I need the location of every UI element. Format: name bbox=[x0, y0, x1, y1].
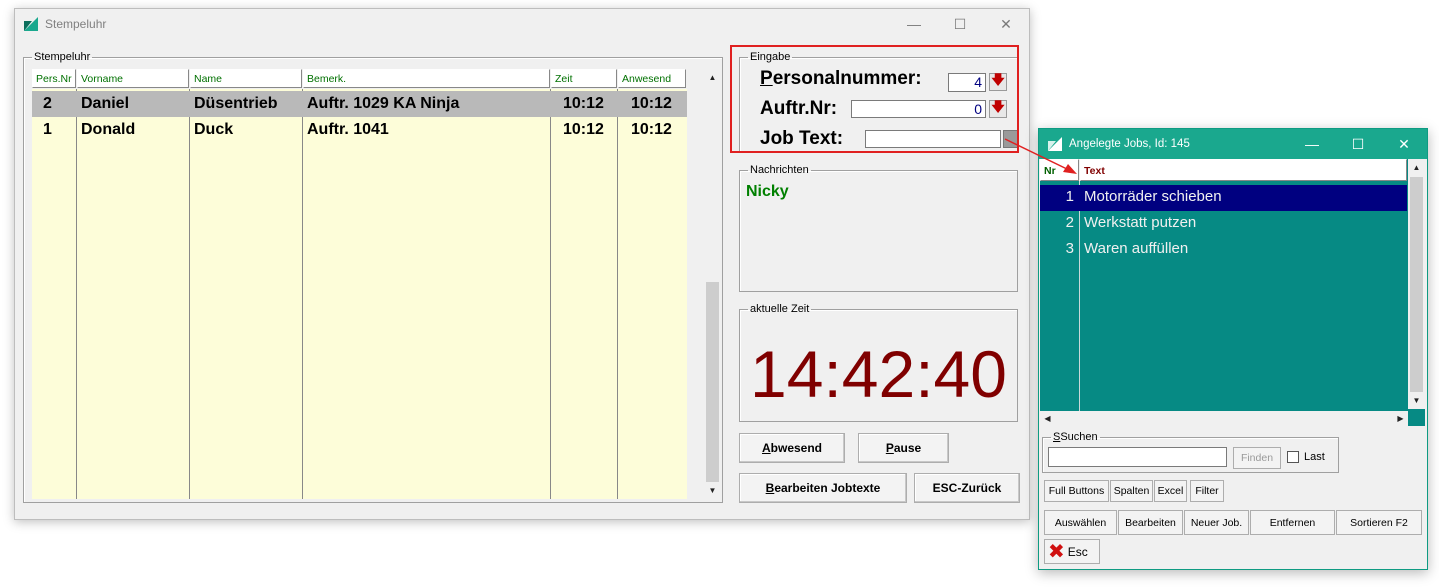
scroll-up-icon[interactable]: ▲ bbox=[1408, 159, 1425, 176]
job-nr: 3 bbox=[1065, 240, 1074, 257]
scrollbar-thumb[interactable] bbox=[1410, 177, 1423, 392]
maximize-icon[interactable]: ☐ bbox=[937, 9, 983, 39]
col-header-name[interactable]: Name bbox=[190, 69, 302, 88]
cell-persnr: 2 bbox=[43, 95, 52, 112]
entfernen-button[interactable]: Entfernen bbox=[1250, 510, 1335, 535]
scroll-left-icon[interactable]: ◀ bbox=[1040, 411, 1055, 426]
scroll-down-icon[interactable]: ▼ bbox=[704, 482, 721, 499]
list-item[interactable]: 2 Werkstatt putzen bbox=[1040, 211, 1407, 237]
bearbeiten-jobtexte-button[interactable]: Bearbeiten Jobtexte bbox=[739, 473, 907, 503]
jobs-titlebar[interactable]: Angelegte Jobs, Id: 145 — ☐ ✕ bbox=[1039, 129, 1427, 159]
table-row[interactable]: 2 Daniel Düsentrieb Auftr. 1029 KA Ninja… bbox=[32, 91, 687, 117]
job-nr: 1 bbox=[1065, 188, 1074, 205]
grid-vertical-scrollbar[interactable]: ▲ ▼ bbox=[704, 69, 721, 499]
accel-key: B bbox=[765, 481, 775, 495]
cell-bemerk: Auftr. 1029 KA Ninja bbox=[307, 95, 460, 112]
close-x-icon: ✖ bbox=[1048, 540, 1065, 563]
spalten-button[interactable]: Spalten bbox=[1110, 480, 1153, 502]
cell-persnr: 1 bbox=[43, 121, 52, 138]
col-header-persnr[interactable]: Pers.Nr bbox=[32, 69, 76, 88]
suchen-legend: SSuchen bbox=[1051, 431, 1100, 443]
message-text: Nicky bbox=[746, 183, 789, 200]
job-nr: 2 bbox=[1065, 214, 1074, 231]
cell-name: Duck bbox=[194, 121, 234, 138]
col-header-anwesend[interactable]: Anwesend bbox=[618, 69, 686, 88]
accel-key: A bbox=[761, 441, 771, 455]
excel-button[interactable]: Excel bbox=[1154, 480, 1187, 502]
grid-line bbox=[617, 89, 618, 499]
last-label: Last bbox=[1304, 451, 1325, 463]
jobs-window-title: Angelegte Jobs, Id: 145 bbox=[1069, 138, 1190, 150]
cell-anwesend: 10:12 bbox=[631, 121, 672, 138]
button-label: bwesend bbox=[770, 441, 823, 455]
cell-zeit: 10:12 bbox=[563, 121, 604, 138]
accel-key: P bbox=[885, 441, 894, 455]
auswaehlen-button[interactable]: Auswählen bbox=[1044, 510, 1117, 535]
cell-bemerk: Auftr. 1041 bbox=[307, 121, 389, 138]
grid-line bbox=[76, 89, 77, 499]
search-input[interactable] bbox=[1048, 447, 1227, 467]
jobs-grid[interactable]: Nr Text 1 Motorräder schieben 2 Werkstat… bbox=[1040, 159, 1425, 426]
cell-name: Düsentrieb bbox=[194, 95, 278, 112]
esc-button[interactable]: ✖ Esc bbox=[1044, 539, 1100, 564]
button-label: earbeiten Jobtexte bbox=[774, 481, 881, 495]
nachrichten-legend: Nachrichten bbox=[750, 164, 809, 176]
col-header-bemerk[interactable]: Bemerk. bbox=[303, 69, 550, 88]
table-row[interactable]: 1 Donald Duck Auftr. 1041 10:12 10:12 bbox=[32, 117, 687, 143]
jobs-vertical-scrollbar[interactable]: ▲ ▼ bbox=[1408, 159, 1425, 409]
bearbeiten-button[interactable]: Bearbeiten bbox=[1118, 510, 1183, 535]
pause-button[interactable]: Pause bbox=[858, 433, 949, 463]
esc-label: Esc bbox=[1067, 544, 1088, 559]
col-header-vorname[interactable]: Vorname bbox=[77, 69, 189, 88]
filter-button[interactable]: Filter bbox=[1190, 480, 1224, 502]
grid-header: Pers.Nr Vorname Name Bemerk. Zeit Anwese… bbox=[32, 69, 687, 89]
grid-line bbox=[550, 89, 551, 499]
cell-zeit: 10:12 bbox=[563, 95, 604, 112]
minimize-icon[interactable]: — bbox=[891, 9, 937, 39]
clock-display: 14:42:40 bbox=[750, 337, 1007, 411]
grid-line bbox=[302, 89, 303, 499]
aktuelle-zeit-legend: aktuelle Zeit bbox=[750, 303, 810, 315]
legend-rest: Suchen bbox=[1060, 431, 1098, 443]
scroll-up-icon[interactable]: ▲ bbox=[704, 69, 721, 86]
highlight-box bbox=[730, 45, 1019, 153]
jobs-grid-header: Nr Text bbox=[1040, 159, 1407, 181]
scrollbar-thumb[interactable] bbox=[706, 282, 719, 482]
jobs-horizontal-scrollbar[interactable]: ◀ ▶ bbox=[1040, 411, 1408, 426]
stempeluhr-grid[interactable]: Pers.Nr Vorname Name Bemerk. Zeit Anwese… bbox=[32, 69, 687, 499]
col-header-text[interactable]: Text bbox=[1080, 159, 1407, 181]
close-icon[interactable]: ✕ bbox=[983, 9, 1029, 39]
abwesend-button[interactable]: Abwesend bbox=[739, 433, 845, 463]
job-text: Werkstatt putzen bbox=[1084, 214, 1197, 231]
sortieren-button[interactable]: Sortieren F2 bbox=[1336, 510, 1422, 535]
finden-button[interactable]: Finden bbox=[1233, 447, 1281, 469]
minimize-icon[interactable]: — bbox=[1289, 129, 1335, 159]
job-text: Motorräder schieben bbox=[1084, 188, 1222, 205]
maximize-icon[interactable]: ☐ bbox=[1335, 129, 1381, 159]
jobs-window: Angelegte Jobs, Id: 145 — ☐ ✕ Nr Text 1 … bbox=[1038, 128, 1428, 570]
list-item[interactable]: 3 Waren auffüllen bbox=[1040, 237, 1407, 263]
cell-anwesend: 10:12 bbox=[631, 95, 672, 112]
list-item[interactable]: 1 Motorräder schieben bbox=[1040, 185, 1407, 211]
cell-vorname: Daniel bbox=[81, 95, 130, 112]
main-titlebar[interactable]: Stempeluhr — ☐ ✕ bbox=[15, 9, 1029, 39]
cell-vorname: Donald bbox=[81, 121, 136, 138]
col-header-zeit[interactable]: Zeit bbox=[551, 69, 617, 88]
scroll-right-icon[interactable]: ▶ bbox=[1393, 411, 1408, 426]
app-logo-icon bbox=[24, 17, 38, 31]
job-text: Waren auffüllen bbox=[1084, 240, 1189, 257]
close-icon[interactable]: ✕ bbox=[1381, 129, 1427, 159]
neuer-job-button[interactable]: Neuer Job. bbox=[1184, 510, 1249, 535]
stempeluhr-legend: Stempeluhr bbox=[34, 51, 91, 63]
red-arrow-icon bbox=[1004, 138, 1077, 174]
full-buttons-button[interactable]: Full Buttons bbox=[1044, 480, 1109, 502]
scroll-down-icon[interactable]: ▼ bbox=[1408, 392, 1425, 409]
esc-zurueck-button[interactable]: ESC-Zurück bbox=[914, 473, 1020, 503]
main-window-title: Stempeluhr bbox=[45, 17, 107, 31]
button-label: ause bbox=[893, 441, 922, 455]
last-checkbox[interactable] bbox=[1287, 451, 1299, 463]
grid-line bbox=[189, 89, 190, 499]
